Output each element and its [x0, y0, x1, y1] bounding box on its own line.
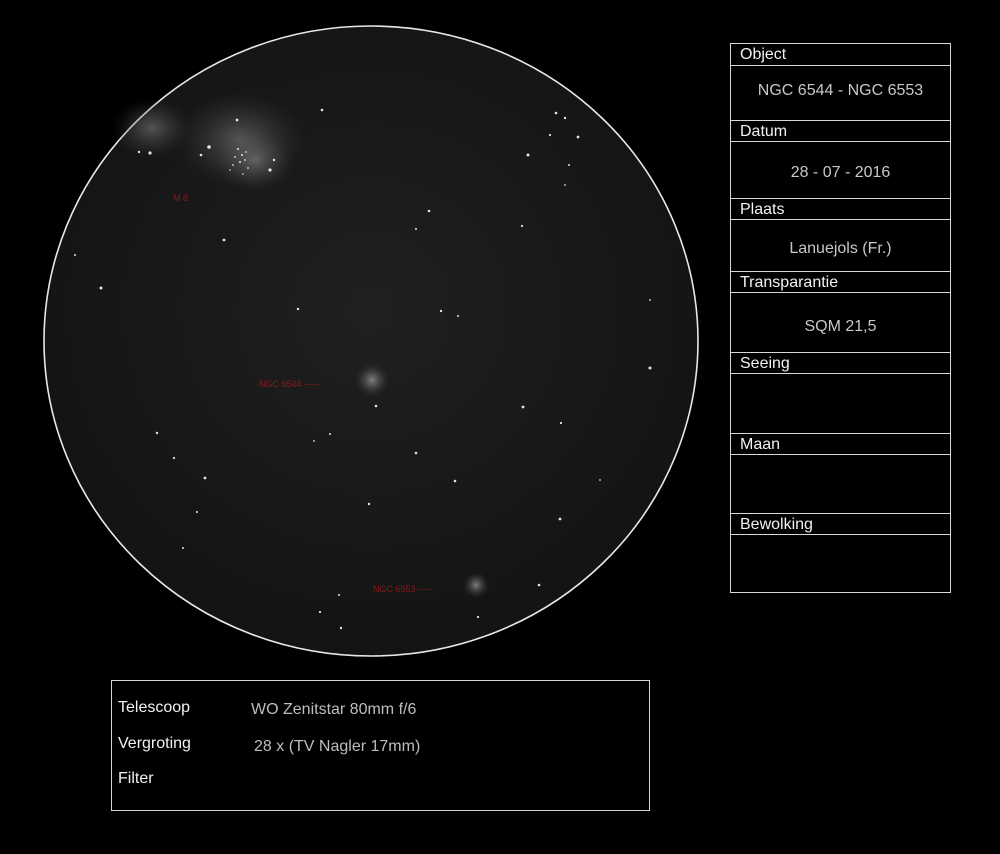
star	[203, 476, 207, 480]
label-m8: M 8	[173, 193, 188, 203]
star	[222, 238, 226, 242]
star	[367, 502, 371, 506]
star	[476, 615, 480, 619]
star	[155, 431, 159, 435]
star	[414, 451, 418, 455]
ngc6553-glow	[463, 572, 489, 598]
magnification-label: Vergroting	[118, 735, 191, 752]
star	[576, 135, 580, 139]
star	[245, 151, 247, 153]
observation-info-table: Object NGC 6544 - NGC 6553 Datum 28 - 07…	[730, 43, 951, 593]
star	[338, 594, 340, 596]
star	[548, 133, 552, 137]
star	[339, 626, 343, 630]
star	[242, 173, 244, 175]
equipment-box: Telescoop WO Zenitstar 80mm f/6 Vergroti…	[111, 680, 650, 811]
star	[232, 164, 234, 166]
star	[537, 583, 541, 587]
star	[526, 153, 530, 157]
star	[137, 150, 141, 154]
clouds-label: Bewolking	[731, 513, 950, 535]
star	[559, 421, 563, 425]
transparency-label: Transparantie	[731, 271, 950, 293]
star	[320, 108, 324, 112]
transparency-value: SQM 21,5	[804, 318, 877, 335]
star	[415, 228, 417, 230]
star	[296, 307, 300, 311]
star	[453, 479, 457, 483]
star	[229, 169, 231, 171]
place-label: Plaats	[731, 198, 950, 220]
star	[199, 153, 203, 157]
star	[244, 159, 246, 161]
star	[235, 118, 239, 122]
place-value: Lanuejols (Fr.)	[789, 240, 892, 257]
star	[648, 366, 652, 370]
object-label: Object	[731, 44, 950, 66]
star	[374, 404, 378, 408]
star	[172, 456, 176, 460]
star	[520, 224, 524, 228]
star	[318, 610, 322, 614]
filter-label: Filter	[118, 770, 154, 787]
date-label: Datum	[731, 120, 950, 142]
star	[234, 156, 236, 158]
star	[207, 145, 211, 149]
star	[182, 547, 184, 549]
label-ngc6544: NGC 6544 -----	[259, 379, 319, 389]
star	[99, 286, 103, 290]
star	[457, 315, 459, 317]
star	[649, 299, 651, 301]
star	[239, 161, 241, 163]
object-value: NGC 6544 - NGC 6553	[757, 82, 924, 99]
ngc6544-glow	[355, 363, 389, 397]
star	[521, 405, 525, 409]
star	[241, 154, 243, 156]
moon-label: Maan	[731, 433, 950, 455]
telescope-label: Telescoop	[118, 699, 191, 716]
date-value: 28 - 07 - 2016	[790, 164, 891, 181]
star	[568, 164, 570, 166]
star	[196, 511, 198, 513]
star	[554, 111, 558, 115]
star	[268, 168, 272, 172]
label-ngc6553: NGC 6553 -----	[373, 584, 433, 594]
seeing-label: Seeing	[731, 352, 950, 374]
star	[564, 184, 566, 186]
star	[558, 517, 562, 521]
star	[272, 158, 276, 162]
star	[247, 167, 249, 169]
star	[563, 116, 567, 120]
star	[313, 440, 315, 442]
magnification-value: 28 x (TV Nagler 17mm)	[254, 738, 421, 755]
star	[329, 433, 331, 435]
star	[148, 151, 152, 155]
star	[237, 148, 239, 150]
star	[427, 209, 431, 213]
star	[599, 479, 601, 481]
telescope-value: WO Zenitstar 80mm f/6	[251, 701, 417, 718]
star	[74, 254, 76, 256]
star	[439, 309, 443, 313]
